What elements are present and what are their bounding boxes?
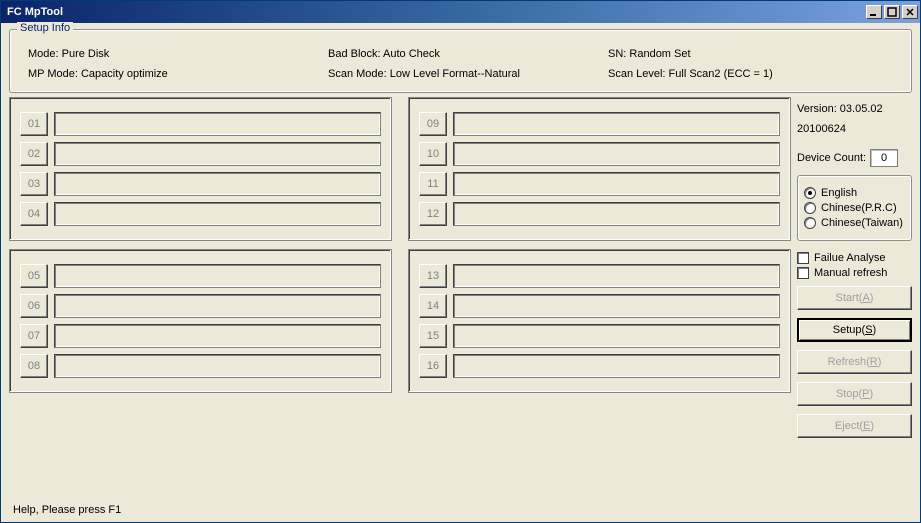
window-title: FC MpTool xyxy=(5,6,864,18)
slot-panel-4: 13 14 15 16 xyxy=(408,249,791,393)
slot-panel-2: 09 10 11 12 xyxy=(408,97,791,241)
mode-label: Mode: Pure Disk xyxy=(28,48,328,60)
badblock-label: Bad Block: Auto Check xyxy=(328,48,608,60)
slot-panel-1: 01 02 03 04 xyxy=(9,97,392,241)
slot-button-06[interactable]: 06 xyxy=(20,294,48,318)
slot-button-09[interactable]: 09 xyxy=(419,112,447,136)
slot-field-04 xyxy=(54,202,381,226)
radio-icon xyxy=(804,187,816,199)
slot-field-03 xyxy=(54,172,381,196)
manual-refresh-label: Manual refresh xyxy=(814,267,887,279)
slot-field-12 xyxy=(453,202,780,226)
slot-panel-3: 05 06 07 08 xyxy=(9,249,392,393)
setup-info-group: Setup Info Mode: Pure Disk Bad Block: Au… xyxy=(9,29,912,93)
checkbox-icon xyxy=(797,267,809,279)
version-label: Version: 03.05.02 xyxy=(797,103,912,115)
slot-field-13 xyxy=(453,264,780,288)
stop-button[interactable]: Stop(P) xyxy=(797,382,912,406)
status-bar: Help, Please press F1 xyxy=(9,498,912,518)
slot-field-08 xyxy=(54,354,381,378)
refresh-button[interactable]: Refresh(R) xyxy=(797,350,912,374)
checkbox-icon xyxy=(797,252,809,264)
slot-field-10 xyxy=(453,142,780,166)
slot-button-13[interactable]: 13 xyxy=(419,264,447,288)
lang-english-radio[interactable]: English xyxy=(804,187,905,199)
lang-prc-label: Chinese(P.R.C) xyxy=(821,202,897,214)
slot-button-01[interactable]: 01 xyxy=(20,112,48,136)
slot-button-10[interactable]: 10 xyxy=(419,142,447,166)
device-count-value: 0 xyxy=(870,149,898,167)
scanlevel-label: Scan Level: Full Scan2 (ECC = 1) xyxy=(608,68,893,80)
device-count-label: Device Count: xyxy=(797,152,866,164)
title-bar: FC MpTool xyxy=(1,1,920,23)
manual-refresh-checkbox[interactable]: Manual refresh xyxy=(797,267,912,279)
slot-button-02[interactable]: 02 xyxy=(20,142,48,166)
mpmode-label: MP Mode: Capacity optimize xyxy=(28,68,328,80)
slot-button-05[interactable]: 05 xyxy=(20,264,48,288)
slot-field-09 xyxy=(453,112,780,136)
lang-english-label: English xyxy=(821,187,857,199)
slot-button-07[interactable]: 07 xyxy=(20,324,48,348)
close-button[interactable] xyxy=(902,5,918,19)
slot-button-14[interactable]: 14 xyxy=(419,294,447,318)
failure-analyse-checkbox[interactable]: Failue Analyse xyxy=(797,252,912,264)
scanmode-label: Scan Mode: Low Level Format--Natural xyxy=(328,68,608,80)
maximize-button[interactable] xyxy=(884,5,900,19)
slot-field-07 xyxy=(54,324,381,348)
slot-field-05 xyxy=(54,264,381,288)
slot-field-14 xyxy=(453,294,780,318)
lang-taiwan-label: Chinese(Taiwan) xyxy=(821,217,903,229)
lang-prc-radio[interactable]: Chinese(P.R.C) xyxy=(804,202,905,214)
slot-button-16[interactable]: 16 xyxy=(419,354,447,378)
radio-icon xyxy=(804,202,816,214)
failure-analyse-label: Failue Analyse xyxy=(814,252,886,264)
slot-button-12[interactable]: 12 xyxy=(419,202,447,226)
slot-button-15[interactable]: 15 xyxy=(419,324,447,348)
slot-button-04[interactable]: 04 xyxy=(20,202,48,226)
date-label: 20100624 xyxy=(797,123,912,135)
slot-field-06 xyxy=(54,294,381,318)
slot-field-11 xyxy=(453,172,780,196)
slot-field-01 xyxy=(54,112,381,136)
radio-icon xyxy=(804,217,816,229)
start-button[interactable]: Start(A) xyxy=(797,286,912,310)
slot-button-03[interactable]: 03 xyxy=(20,172,48,196)
minimize-button[interactable] xyxy=(866,5,882,19)
slot-field-15 xyxy=(453,324,780,348)
slot-field-16 xyxy=(453,354,780,378)
slot-button-08[interactable]: 08 xyxy=(20,354,48,378)
setup-info-legend: Setup Info xyxy=(17,22,73,34)
lang-taiwan-radio[interactable]: Chinese(Taiwan) xyxy=(804,217,905,229)
setup-button[interactable]: Setup(S) xyxy=(797,318,912,342)
sn-label: SN: Random Set xyxy=(608,48,893,60)
language-group: English Chinese(P.R.C) Chinese(Taiwan) xyxy=(797,175,912,241)
slot-field-02 xyxy=(54,142,381,166)
slot-button-11[interactable]: 11 xyxy=(419,172,447,196)
eject-button[interactable]: Eject(E) xyxy=(797,414,912,438)
